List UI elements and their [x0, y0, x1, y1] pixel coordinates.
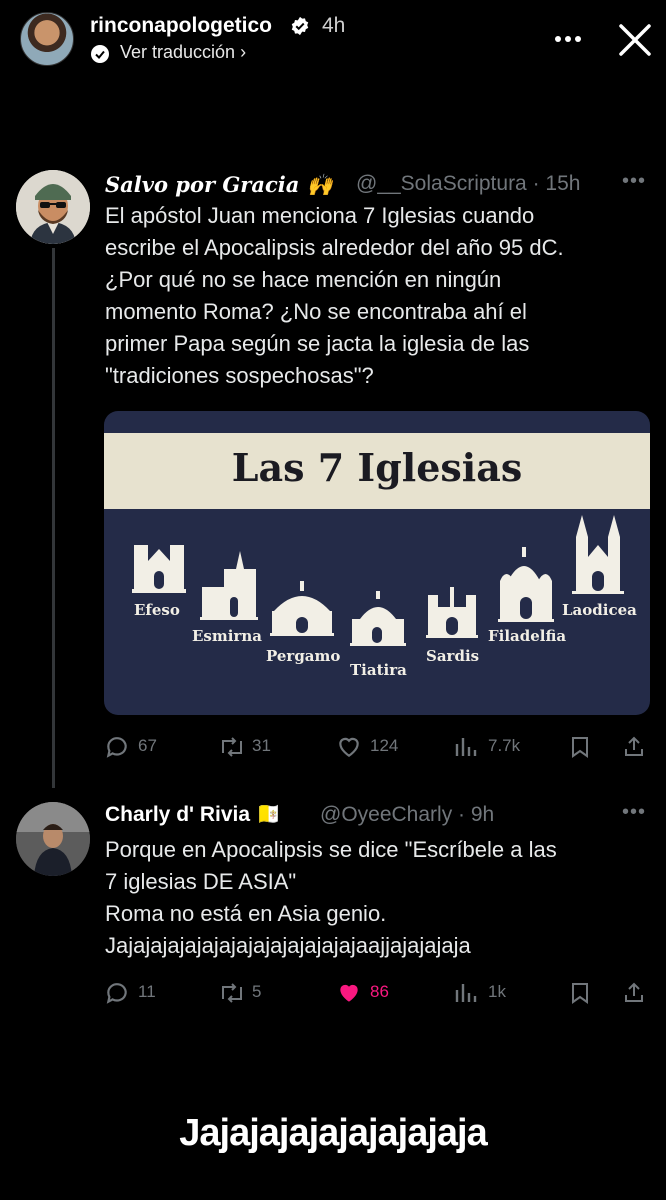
tweet-text-line: Roma no está en Asia genio. — [105, 901, 387, 926]
church-esmirna-icon — [200, 551, 258, 620]
like-count: 124 — [370, 736, 399, 755]
views-chart-icon — [455, 738, 477, 756]
tweet-text-line: escribe el Apocalipsis alrededor del año… — [105, 235, 564, 260]
story-caption: Jajajajajajajajajaja — [179, 1112, 488, 1154]
story-username[interactable]: rinconapologetico — [90, 14, 272, 38]
verified-badge-icon — [291, 16, 309, 36]
tweet-text-line: Porque en Apocalipsis se dice "Escríbele… — [105, 837, 557, 862]
translate-label: Ver traducción › — [120, 42, 247, 62]
tweet-author-name[interactable]: Salvo por Gracia 🙌 — [105, 172, 333, 198]
bookmark-icon — [572, 737, 588, 758]
photo-avatar-icon — [16, 802, 90, 876]
author-emoji: 🙌 — [306, 172, 333, 197]
tweet-author-name[interactable]: Charly d' Rivia 🇻🇦 — [105, 803, 282, 827]
reply-icon — [106, 983, 127, 1004]
church-label: Filadelfia — [488, 627, 567, 645]
tweet-avatar[interactable] — [16, 802, 90, 876]
translate-dot-icon — [91, 45, 109, 63]
retweet-count: 31 — [252, 736, 271, 755]
tweet-text-line: momento Roma? ¿No se encontraba ahí el — [105, 299, 527, 324]
tweet-text-line: ¿Por qué no se hace mención en ningún — [105, 267, 502, 292]
tweet-actions: 11 5 86 1k — [104, 978, 644, 1008]
thread-line — [52, 248, 55, 788]
share-icon — [625, 982, 643, 1002]
tweet-more-icon[interactable]: ••• — [622, 801, 646, 824]
tweet-actions: 67 31 124 7.7k — [104, 732, 644, 762]
close-icon[interactable] — [617, 22, 653, 58]
retweet-icon — [222, 737, 242, 757]
more-options-icon[interactable] — [553, 34, 583, 44]
church-label: Sardis — [426, 647, 480, 665]
reply-count: 67 — [138, 736, 157, 755]
church-label: Efeso — [134, 601, 180, 619]
retweet-count: 5 — [252, 982, 262, 1001]
views-count: 7.7k — [488, 736, 521, 755]
cartoon-avatar-icon — [16, 170, 90, 244]
church-label: Tiatira — [350, 661, 407, 679]
views-count: 1k — [488, 982, 506, 1001]
bookmark-icon — [572, 983, 588, 1004]
story-time: 4h — [322, 14, 346, 37]
church-label: Pergamo — [266, 647, 341, 665]
heart-outline-icon — [339, 737, 359, 757]
tweet-text-line: "tradiciones sospechosas"? — [105, 363, 374, 388]
church-label: Esmirna — [192, 627, 262, 645]
tweet-text-line: primer Papa según se jacta la iglesia de… — [105, 331, 530, 356]
tweet-handle[interactable]: @OyeeCharly · 9h — [320, 803, 494, 827]
author-emoji: 🇻🇦 — [255, 803, 283, 826]
share-icon — [625, 736, 643, 756]
heart-filled-icon — [340, 984, 358, 1002]
tweet-avatar[interactable] — [16, 170, 90, 244]
tweet-text-line: 7 iglesias DE ASIA" — [105, 869, 297, 894]
tweet-text: El apóstol Juan menciona 7 Iglesias cuan… — [105, 200, 645, 392]
tweet-handle[interactable]: @__SolaScriptura · 15h — [356, 172, 580, 196]
reply-count: 11 — [138, 982, 156, 1001]
church-label: Laodicea — [562, 601, 637, 619]
tweet-more-icon[interactable]: ••• — [622, 170, 646, 193]
tweet-media-image[interactable]: Las 7 Iglesias Efeso Esmirna Pergamo Tia… — [104, 411, 650, 715]
views-chart-icon — [455, 984, 477, 1002]
like-count: 86 — [370, 982, 389, 1001]
retweet-icon — [222, 983, 242, 1003]
story-avatar[interactable] — [20, 12, 74, 66]
reply-icon — [106, 737, 127, 758]
tweet-text: Porque en Apocalipsis se dice "Escríbele… — [105, 834, 645, 962]
tweet-text-line: Jajajajajajajajajajajajajajajaajjajajaja… — [105, 933, 471, 958]
tweet-text-line: El apóstol Juan menciona 7 Iglesias cuan… — [105, 203, 535, 228]
story-header: rinconapologetico 4h Ver traducción › — [0, 0, 666, 80]
